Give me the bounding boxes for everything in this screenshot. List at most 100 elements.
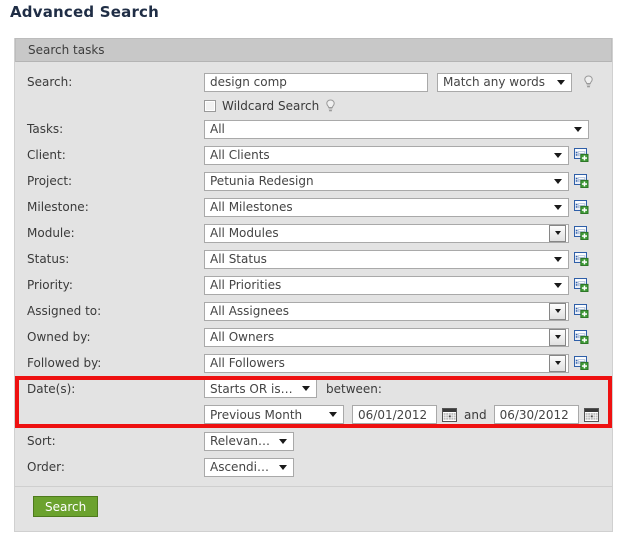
field-controls: All Priorities: [204, 275, 589, 295]
search-panel: Search tasks Search: design comp Match a…: [14, 38, 613, 532]
add-item-button[interactable]: [569, 200, 589, 214]
field-select[interactable]: All Followers: [204, 353, 569, 373]
row-date-condition: Date(s): Starts OR is due between:: [15, 376, 612, 401]
chevron-down-icon[interactable]: [549, 224, 566, 242]
field-value: All Clients: [210, 148, 270, 162]
field-select[interactable]: All Owners: [204, 327, 569, 347]
add-item-button[interactable]: [569, 278, 589, 292]
field-value: All Followers: [210, 356, 285, 370]
field-select[interactable]: All Priorities: [204, 275, 569, 295]
add-item-icon: [574, 278, 589, 292]
add-item-icon: [574, 356, 589, 370]
field-controls: All Followers: [204, 353, 589, 373]
order-select[interactable]: Ascending: [204, 457, 294, 477]
row-order: Order: Ascending: [15, 454, 612, 480]
chevron-down-icon[interactable]: [549, 328, 566, 346]
sort-select[interactable]: Relevance: [204, 431, 294, 451]
add-item-button[interactable]: [569, 174, 589, 188]
field-controls: All Assignees: [204, 301, 589, 321]
field-select[interactable]: All Milestones: [204, 197, 569, 217]
row-status: Status: All Status: [15, 246, 612, 272]
chevron-down-icon: [554, 204, 562, 210]
row-module: Module: All Modules: [15, 220, 612, 246]
date-preset-select[interactable]: Previous Month: [204, 405, 344, 424]
add-item-button[interactable]: [569, 304, 589, 318]
chevron-down-icon[interactable]: [549, 302, 566, 320]
add-item-icon: [574, 252, 589, 266]
lightbulb-icon: [326, 98, 335, 111]
field-label: Tasks:: [27, 122, 64, 136]
page-title: Advanced Search: [10, 3, 160, 21]
add-item-icon: [574, 330, 589, 344]
field-label: Assigned to:: [27, 304, 102, 318]
chevron-down-icon: [554, 282, 562, 288]
chevron-down-icon: [574, 126, 582, 132]
add-item-button[interactable]: [569, 252, 589, 266]
row-client: Client: All Clients: [15, 142, 612, 168]
field-select[interactable]: All Modules: [204, 223, 569, 243]
row-priority: Priority: All Priorities: [15, 272, 612, 298]
field-controls: All Clients: [204, 145, 589, 165]
chevron-down-icon: [554, 152, 562, 158]
chevron-down-icon: [557, 79, 565, 85]
sort-value: Relevance: [210, 434, 271, 448]
panel-body: Search: design comp Match any words Wild…: [15, 62, 612, 531]
date-range-controls: Previous Month 06/01/2012 and 06/30/2012: [204, 405, 599, 424]
search-controls: design comp Match any words: [204, 72, 594, 92]
add-item-icon: [574, 200, 589, 214]
wildcard-checkbox[interactable]: [204, 99, 216, 112]
search-hint-icon[interactable]: [583, 75, 594, 89]
row-date-range: Previous Month 06/01/2012 and 06/30/2012: [15, 401, 612, 428]
field-label: Project:: [27, 174, 73, 188]
chevron-down-icon[interactable]: [549, 354, 566, 372]
date-condition-controls: Starts OR is due between:: [204, 379, 382, 398]
date-from-input[interactable]: 06/01/2012: [352, 405, 437, 424]
date-to-calendar-button[interactable]: [583, 407, 599, 422]
row-project: Project: Petunia Redesign: [15, 168, 612, 194]
row-assigned-to: Assigned to: All Assignees: [15, 298, 612, 324]
add-item-button[interactable]: [569, 356, 589, 370]
field-select[interactable]: Petunia Redesign: [204, 171, 569, 191]
field-label: Milestone:: [27, 200, 89, 214]
add-item-button[interactable]: [569, 148, 589, 162]
match-mode-value: Match any words: [443, 75, 546, 89]
search-input[interactable]: design comp: [204, 72, 428, 92]
row-milestone: Milestone: All Milestones: [15, 194, 612, 220]
field-label: Module:: [27, 226, 75, 240]
field-select[interactable]: All: [204, 119, 589, 139]
add-item-icon: [574, 148, 589, 162]
field-label: Client:: [27, 148, 66, 162]
field-value: All Owners: [210, 330, 275, 344]
add-item-button[interactable]: [569, 226, 589, 240]
field-select[interactable]: All Clients: [204, 145, 569, 165]
field-rows: Tasks: All Client: All Clients Project: Petu…: [15, 116, 612, 376]
dates-label: Date(s):: [27, 381, 76, 396]
date-condition-value: Starts OR is due: [210, 381, 294, 396]
lightbulb-icon: [584, 75, 593, 88]
field-value: All Milestones: [210, 200, 293, 214]
field-controls: All Owners: [204, 327, 589, 347]
chevron-down-icon: [279, 438, 287, 444]
row-search: Search: design comp Match any words: [15, 69, 612, 95]
order-value: Ascending: [210, 460, 271, 474]
date-to-input[interactable]: 06/30/2012: [493, 405, 579, 424]
field-controls: Petunia Redesign: [204, 171, 589, 191]
field-select[interactable]: All Status: [204, 249, 569, 269]
field-controls: All Milestones: [204, 197, 589, 217]
date-condition-select[interactable]: Starts OR is due: [204, 379, 317, 398]
and-label: and: [464, 407, 487, 422]
field-value: All Priorities: [210, 278, 282, 292]
panel-header-label: Search tasks: [28, 43, 105, 57]
field-value: All Assignees: [210, 304, 289, 318]
field-label: Status:: [27, 252, 70, 266]
wildcard-hint-icon[interactable]: [325, 98, 336, 113]
add-item-button[interactable]: [569, 330, 589, 344]
search-button[interactable]: Search: [33, 496, 99, 517]
match-mode-select[interactable]: Match any words: [437, 72, 572, 92]
row-followed-by: Followed by: All Followers: [15, 350, 612, 376]
date-from-calendar-button[interactable]: [442, 407, 457, 422]
field-select[interactable]: All Assignees: [204, 301, 569, 321]
chevron-down-icon: [279, 464, 287, 470]
order-label: Order:: [27, 460, 65, 474]
panel-header: Search tasks: [15, 38, 612, 62]
